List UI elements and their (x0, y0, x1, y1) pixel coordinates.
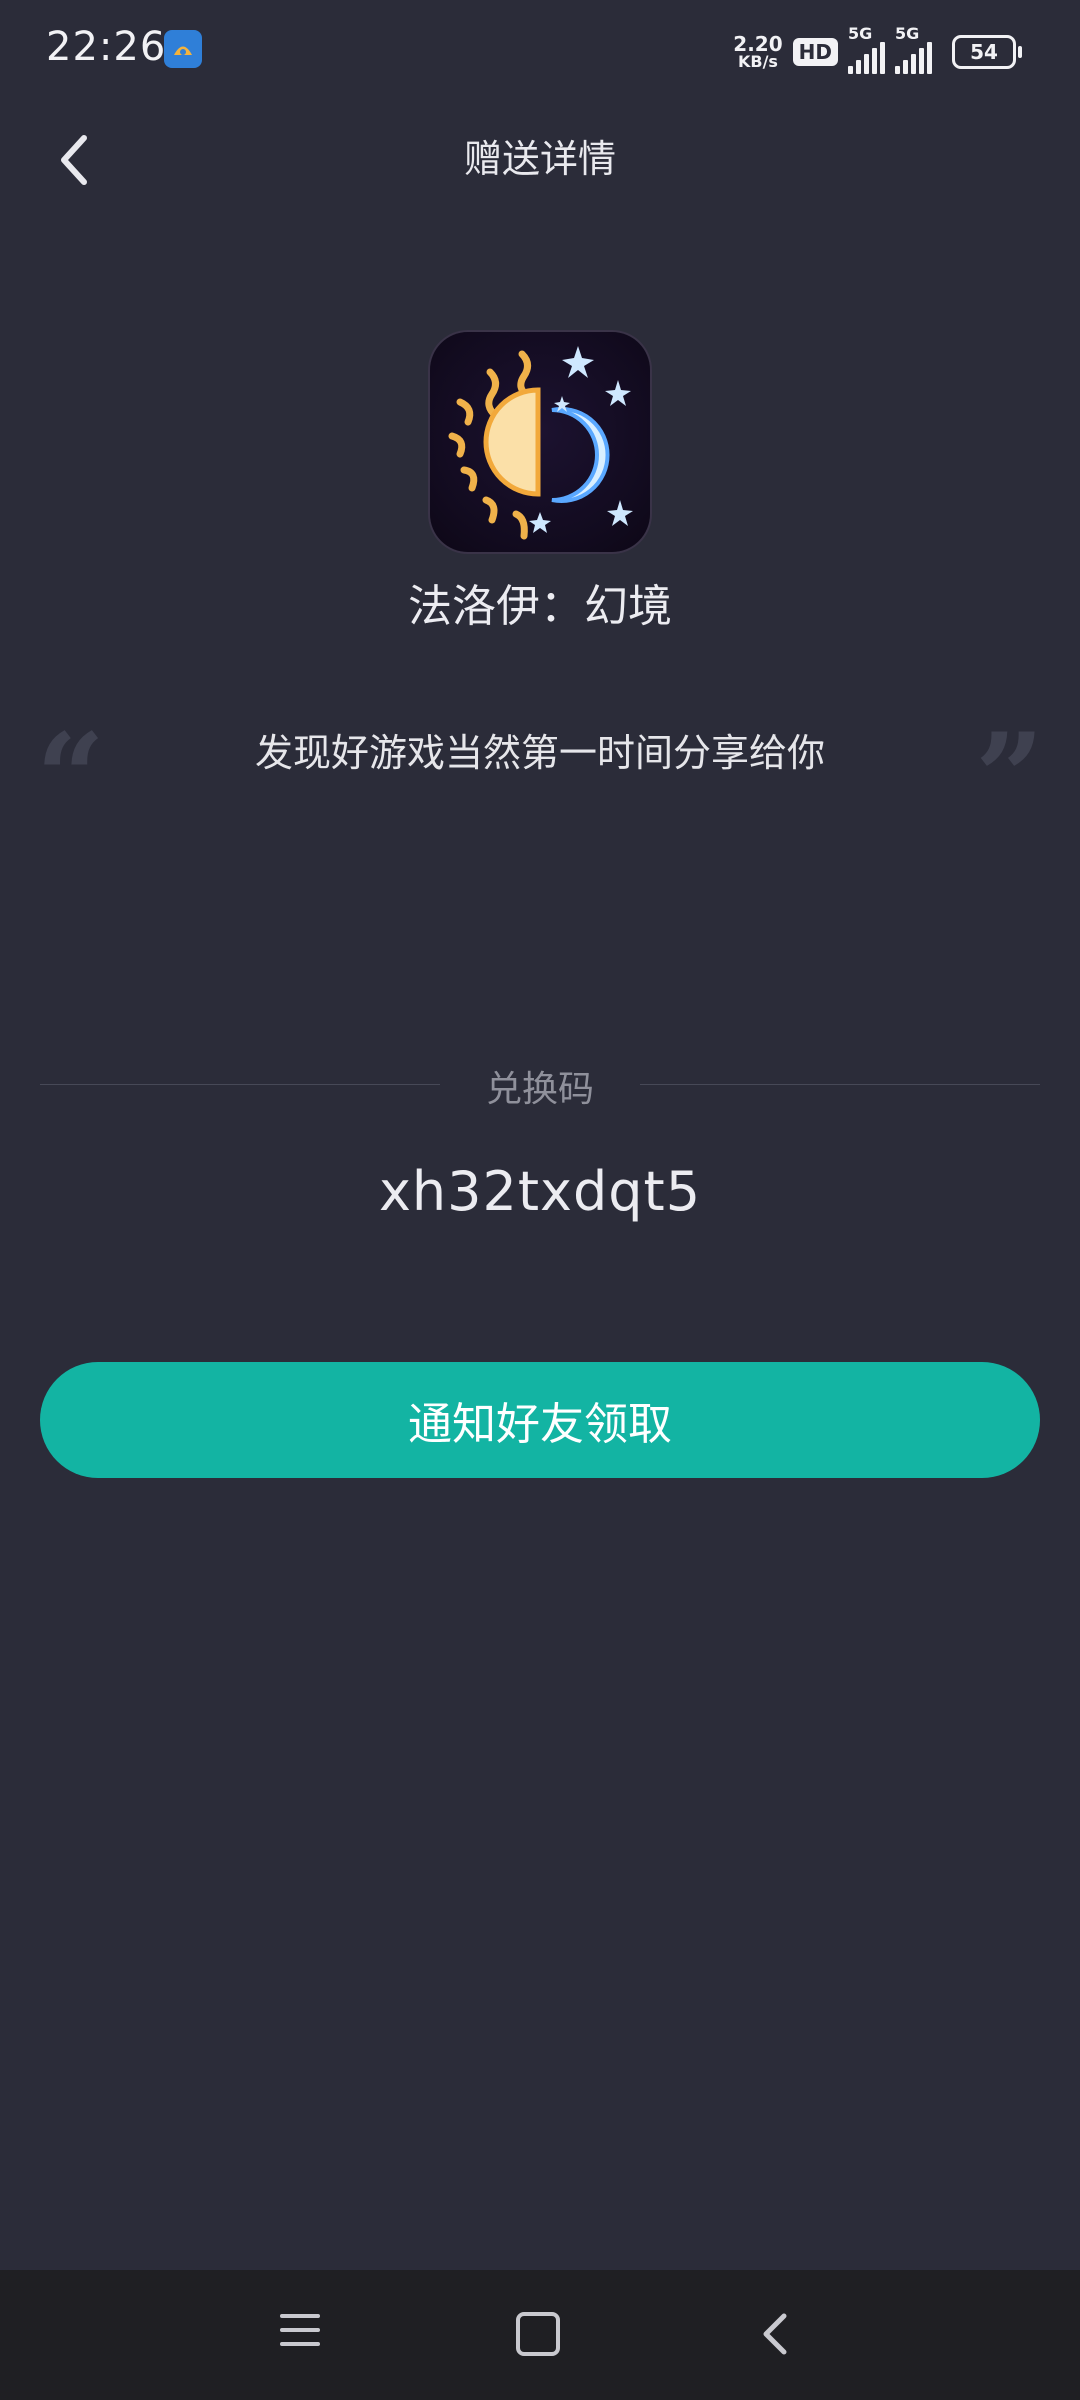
divider-right (640, 1084, 1040, 1085)
redeem-code-value[interactable]: xh32txdqt5 (0, 1160, 1080, 1223)
battery-icon: 54 (952, 35, 1022, 69)
redeem-code-label: 兑换码 (485, 1069, 594, 1110)
home-icon[interactable] (516, 2312, 560, 2356)
back-icon[interactable] (754, 2310, 798, 2358)
status-bar: 22:26 2.20 KB/s HD 5G 5G 54 (0, 0, 1080, 100)
sun-moon-game-icon (430, 332, 650, 552)
notify-friend-button[interactable]: 通知好友领取 (40, 1362, 1040, 1478)
signal-2-icon: 5G (895, 24, 932, 74)
menu-icon[interactable] (280, 2314, 320, 2354)
screen: 22:26 2.20 KB/s HD 5G 5G 54 赠送详情 法洛伊：幻境 … (0, 0, 1080, 2400)
quote-close-icon: ” (974, 707, 1044, 848)
status-indicators: 2.20 KB/s HD 5G 5G 54 (733, 24, 1022, 74)
status-time: 22:26 (46, 24, 167, 70)
navigation-bar (0, 2270, 1080, 2400)
signal-1-icon: 5G (848, 24, 885, 74)
game-name: 法洛伊：幻境 (408, 581, 672, 632)
page-title: 赠送详情 (463, 137, 616, 181)
hd-badge: HD (792, 38, 838, 66)
network-speed: 2.20 KB/s (733, 32, 783, 71)
notification-app-icon (164, 30, 202, 68)
share-message: 发现好游戏当然第一时间分享给你 (254, 731, 825, 775)
